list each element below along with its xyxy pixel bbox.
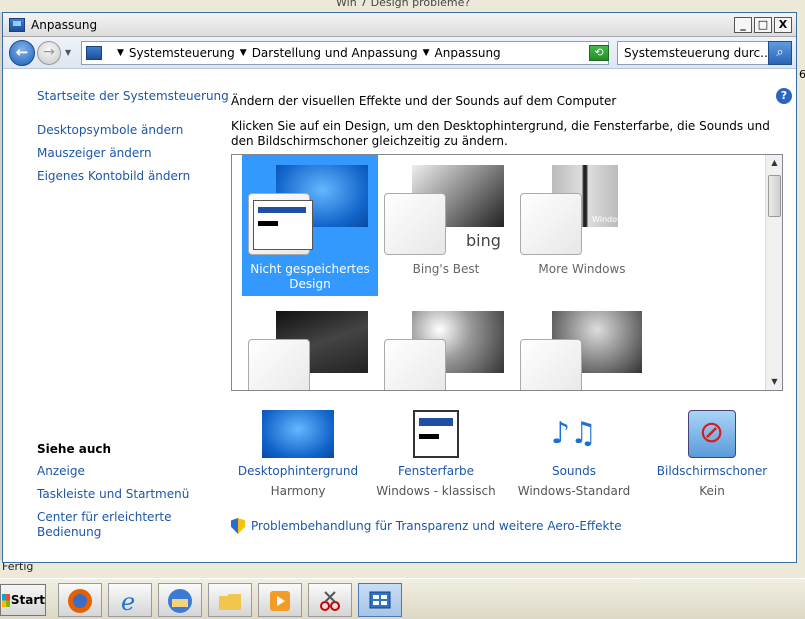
option-value: Harmony	[270, 484, 326, 498]
theme-color-preview	[384, 339, 446, 390]
link-ease-of-access[interactable]: Center für erleichterte Bedienung	[37, 510, 197, 540]
option-label[interactable]: Fensterfarbe	[371, 464, 501, 479]
minimize-button[interactable]: _	[734, 16, 752, 33]
theme-color-preview	[248, 193, 313, 255]
start-label: Start	[10, 593, 45, 607]
bing-logo: bing	[466, 231, 501, 250]
thunderbird-icon[interactable]	[158, 583, 202, 617]
windows-logo-text: Windows	[592, 215, 628, 224]
option-value: Kein	[699, 484, 725, 498]
theme-tile-bings-best[interactable]: bing Bing's Best	[378, 155, 514, 296]
link-mouse-pointers[interactable]: Mauszeiger ändern	[37, 146, 152, 161]
history-dropdown-icon[interactable]: ▼	[65, 48, 71, 57]
option-label[interactable]: Sounds	[509, 464, 639, 479]
option-value: Windows - klassisch	[376, 484, 496, 498]
control-panel-icon	[9, 17, 25, 32]
start-button[interactable]: Start	[0, 584, 46, 616]
control-panel-taskbar-icon[interactable]	[358, 583, 402, 617]
close-button[interactable]: X	[774, 16, 792, 33]
svg-text:e: e	[121, 588, 135, 615]
theme-color-preview	[248, 339, 310, 390]
chevron-right-icon[interactable]: ▼	[117, 48, 124, 58]
address-bar: ← → ▼ ▼ Systemsteuerung ▼ Darstellung un…	[3, 37, 796, 69]
control-panel-icon	[86, 46, 102, 60]
file-explorer-icon[interactable]	[208, 583, 252, 617]
link-desktop-icons[interactable]: Desktopsymbole ändern	[37, 123, 183, 138]
personalization-window: Anpassung _ □ X ← → ▼ ▼ Systemsteuerung …	[2, 12, 797, 563]
breadcrumb-anpassung[interactable]: Anpassung	[435, 46, 501, 60]
troubleshoot-link[interactable]: Problembehandlung für Transparenz und we…	[251, 519, 622, 533]
theme-color-preview	[384, 193, 446, 255]
breadcrumb-darstellung[interactable]: Darstellung und Anpassung	[252, 46, 418, 60]
refresh-icon[interactable]: ⟲	[589, 45, 609, 61]
back-arrow-icon[interactable]: ←	[9, 39, 35, 66]
breadcrumb-systemsteuerung[interactable]: Systemsteuerung	[129, 46, 235, 60]
option-window-color[interactable]: Fensterfarbe Windows - klassisch	[371, 410, 501, 499]
theme-tile-unsaved[interactable]: Nicht gespeichertes Design	[242, 155, 378, 296]
option-screensaver[interactable]: Bildschirmschoner Kein	[647, 410, 777, 499]
maximize-button[interactable]: □	[754, 16, 772, 33]
sounds-icon[interactable]: ♪♫	[538, 410, 610, 458]
theme-tile-row2-2[interactable]	[378, 301, 514, 390]
theme-name: Bing's Best	[412, 262, 480, 276]
option-value: Windows-Standard	[517, 484, 631, 498]
option-label[interactable]: Desktophintergrund	[233, 464, 363, 479]
firefox-icon[interactable]	[58, 583, 102, 617]
link-account-picture[interactable]: Eigenes Kontobild ändern	[37, 169, 190, 184]
background-char: 6	[799, 68, 805, 81]
background-right-strip: 6	[797, 0, 805, 580]
chevron-right-icon[interactable]: ▼	[423, 48, 430, 58]
forward-arrow-icon[interactable]: →	[37, 40, 61, 65]
window-title: Anpassung	[31, 17, 98, 32]
theme-color-preview	[520, 339, 582, 390]
link-control-panel-home[interactable]: Startseite der Systemsteuerung	[37, 89, 229, 104]
scroll-up-arrow-icon[interactable]: ▲	[767, 156, 782, 170]
page-description: Klicken Sie auf ein Design, um den Deskt…	[231, 119, 770, 148]
theme-gallery[interactable]: Nicht gespeichertes Design bing Bing's B…	[231, 154, 783, 391]
snipping-tool-icon[interactable]	[308, 583, 352, 617]
link-display[interactable]: Anzeige	[37, 464, 85, 479]
chevron-right-icon[interactable]: ▼	[240, 48, 247, 58]
windows-flag-icon	[2, 593, 10, 607]
window-color-icon[interactable]	[413, 410, 459, 458]
option-sounds[interactable]: ♪♫ Sounds Windows-Standard	[509, 410, 639, 499]
background-text: Win 7 Design probleme?	[336, 0, 471, 9]
scroll-down-arrow-icon[interactable]: ▼	[767, 375, 782, 389]
scroll-thumb[interactable]	[768, 175, 781, 217]
title-bar[interactable]: Anpassung _ □ X	[3, 13, 796, 37]
media-player-icon[interactable]	[258, 583, 302, 617]
link-taskbar[interactable]: Taskleiste und Startmenü	[37, 487, 189, 502]
theme-tile-row2-1[interactable]	[242, 301, 378, 390]
see-also-heading: Siehe auch	[37, 442, 112, 456]
search-input[interactable]: Systemsteuerung durc...	[617, 41, 769, 65]
vertical-scrollbar[interactable]: ▲ ▼	[765, 155, 782, 390]
theme-name: More Windows	[538, 262, 626, 276]
page-heading: Ändern der visuellen Effekte und der Sou…	[231, 94, 617, 108]
theme-tile-row2-3[interactable]	[514, 301, 650, 390]
theme-tile-more-windows[interactable]: Windows More Windows	[514, 155, 650, 296]
option-label[interactable]: Bildschirmschoner	[647, 464, 777, 479]
troubleshoot-row: Problembehandlung für Transparenz und we…	[231, 518, 622, 534]
internet-explorer-icon[interactable]: e	[108, 583, 152, 617]
taskbar: Start e	[0, 578, 805, 619]
shield-icon	[231, 518, 245, 534]
wallpaper-thumbnail[interactable]	[262, 410, 334, 458]
theme-color-preview	[520, 193, 582, 255]
help-icon[interactable]: ?	[776, 88, 792, 104]
screensaver-icon[interactable]	[688, 410, 736, 458]
option-desktop-background[interactable]: Desktophintergrund Harmony	[233, 410, 363, 499]
theme-name: Nicht gespeichertes Design	[250, 262, 370, 291]
search-icon[interactable]: ⌕	[768, 41, 792, 65]
breadcrumb[interactable]: ▼ Systemsteuerung ▼ Darstellung und Anpa…	[81, 41, 609, 65]
background-window-strip: Win 7 Design probleme?	[0, 0, 805, 12]
